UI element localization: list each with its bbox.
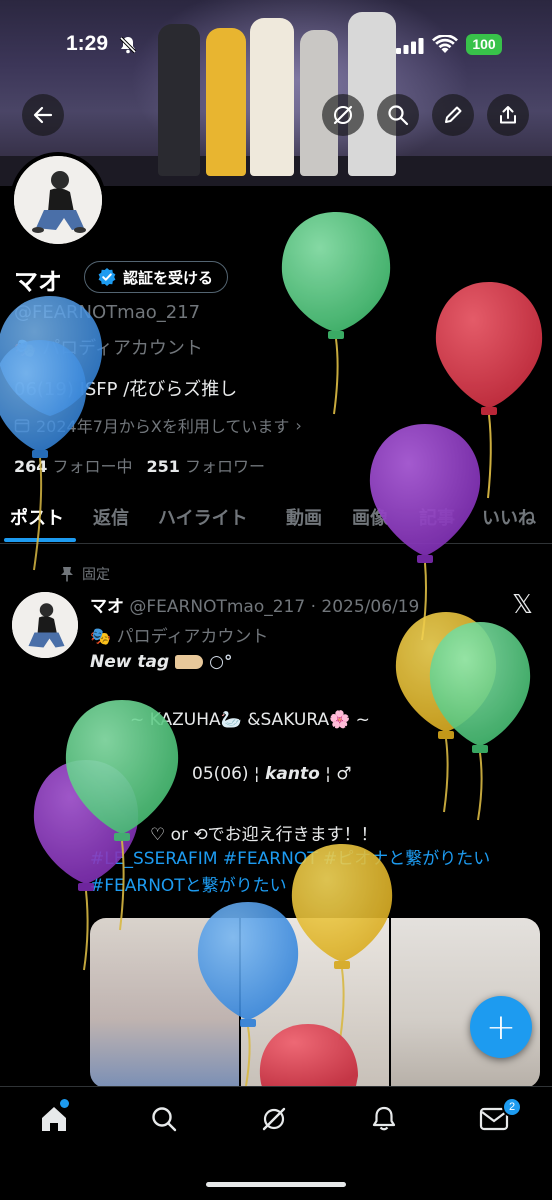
back-arrow-icon xyxy=(33,106,53,124)
profile-handle: @FEARNOTmao_217 xyxy=(14,302,201,323)
post-parody-label: 🎭 パロディアカウント xyxy=(90,627,269,647)
messages-badge: 2 xyxy=(502,1097,522,1117)
tab-articles[interactable]: 記事 xyxy=(419,504,455,530)
avatar-photo xyxy=(14,156,102,244)
post-hashtags[interactable]: #LE_SSERAFIM #FEARNOT #ピオナと繋がりたい #FEARNO… xyxy=(90,846,530,900)
edit-button[interactable] xyxy=(432,94,474,136)
mask-icon: 🎭 xyxy=(90,627,117,647)
new-tag-line: New tag ○° xyxy=(90,652,233,672)
tab-replies[interactable]: 返信 xyxy=(93,504,129,530)
grok-icon xyxy=(262,1107,286,1131)
followers-link[interactable]: 251 フォロワー xyxy=(147,453,266,477)
search-icon xyxy=(388,105,409,126)
chevron-right-icon: › xyxy=(295,415,302,435)
nav-grok[interactable] xyxy=(258,1103,290,1135)
join-date[interactable]: 2024年7月からXを利用しています › xyxy=(14,413,302,437)
following-link[interactable]: 264 フォロー中 xyxy=(14,453,133,477)
tab-highlights[interactable]: ハイライト xyxy=(158,504,248,530)
profile-name: マオ xyxy=(14,269,62,296)
tab-likes[interactable]: いいね xyxy=(482,504,536,530)
tag-icon xyxy=(175,655,204,669)
battery-indicator: 100 xyxy=(466,34,502,55)
cellular-signal-icon xyxy=(396,38,424,54)
tab-posts[interactable]: ポスト xyxy=(10,504,64,530)
calendar-icon xyxy=(14,419,30,433)
post-meta: @FEARNOTmao_217 · 2025/06/19 xyxy=(129,597,420,617)
status-bar: 1:29 100 xyxy=(0,28,552,62)
get-verified-label: 認証を受ける xyxy=(123,268,214,287)
back-button[interactable] xyxy=(22,94,64,136)
pencil-icon xyxy=(445,106,462,123)
balloon-yellow xyxy=(395,612,497,813)
pin-icon xyxy=(61,567,73,582)
search-icon xyxy=(152,1107,177,1132)
tab-videos[interactable]: 動画 xyxy=(286,504,322,530)
media-photo-1[interactable] xyxy=(90,918,239,1088)
nav-search[interactable] xyxy=(148,1103,180,1135)
nav-notifications[interactable] xyxy=(368,1103,400,1135)
active-tab-indicator xyxy=(4,538,76,542)
balloon-red xyxy=(435,282,543,499)
home-indicator xyxy=(206,1182,346,1187)
silent-bell-icon xyxy=(119,36,137,54)
grok-icon xyxy=(333,105,353,125)
share-button[interactable] xyxy=(487,94,529,136)
balloon-green xyxy=(429,622,531,821)
x-logo-icon: 𝕏 xyxy=(512,590,533,620)
home-notification-dot xyxy=(60,1099,69,1108)
verified-badge-icon xyxy=(98,268,116,286)
bubbles-icon: ○° xyxy=(209,652,233,672)
wifi-icon xyxy=(432,35,458,53)
bell-icon xyxy=(372,1106,396,1131)
clock: 1:29 xyxy=(66,32,109,55)
post-author[interactable]: マオ xyxy=(90,597,124,617)
home-icon xyxy=(42,1107,66,1131)
post-line-info: 05(06) ¦ kanto ¦ ♂ xyxy=(192,764,352,784)
tab-images[interactable]: 画像 xyxy=(352,504,388,530)
post-header: マオ @FEARNOTmao_217 · 2025/06/19 xyxy=(90,592,419,617)
mask-icon: 🎭 xyxy=(14,338,43,359)
avatar-photo xyxy=(12,592,78,658)
get-verified-button[interactable]: 認証を受ける xyxy=(84,261,229,293)
post-line-members: ~ KAZUHA🦢 &SAKURA🌸 ~ xyxy=(130,710,370,730)
media-photo-2[interactable] xyxy=(240,918,390,1088)
share-icon xyxy=(500,106,516,124)
post-media-grid[interactable] xyxy=(90,918,540,1088)
profile-avatar[interactable] xyxy=(10,152,106,248)
post-line-greeting: ♡ or ⟲でお迎え行きます！！ xyxy=(150,825,378,845)
parody-label: 🎭 パロディアカウント xyxy=(14,338,203,359)
grok-button[interactable] xyxy=(322,94,364,136)
pinned-indicator: 固定 xyxy=(60,564,110,584)
balloon-green xyxy=(281,212,391,415)
follow-stats: 264 フォロー中 251 フォロワー xyxy=(14,453,265,477)
search-button[interactable] xyxy=(377,94,419,136)
profile-tabs: ポスト 返信 ハイライト 動画 画像 記事 いいね xyxy=(0,498,552,544)
compose-post-button[interactable]: + xyxy=(470,996,532,1058)
profile-bio: 06(19) ISFP /花びらズ推し xyxy=(14,379,238,400)
post-avatar[interactable] xyxy=(12,592,78,658)
